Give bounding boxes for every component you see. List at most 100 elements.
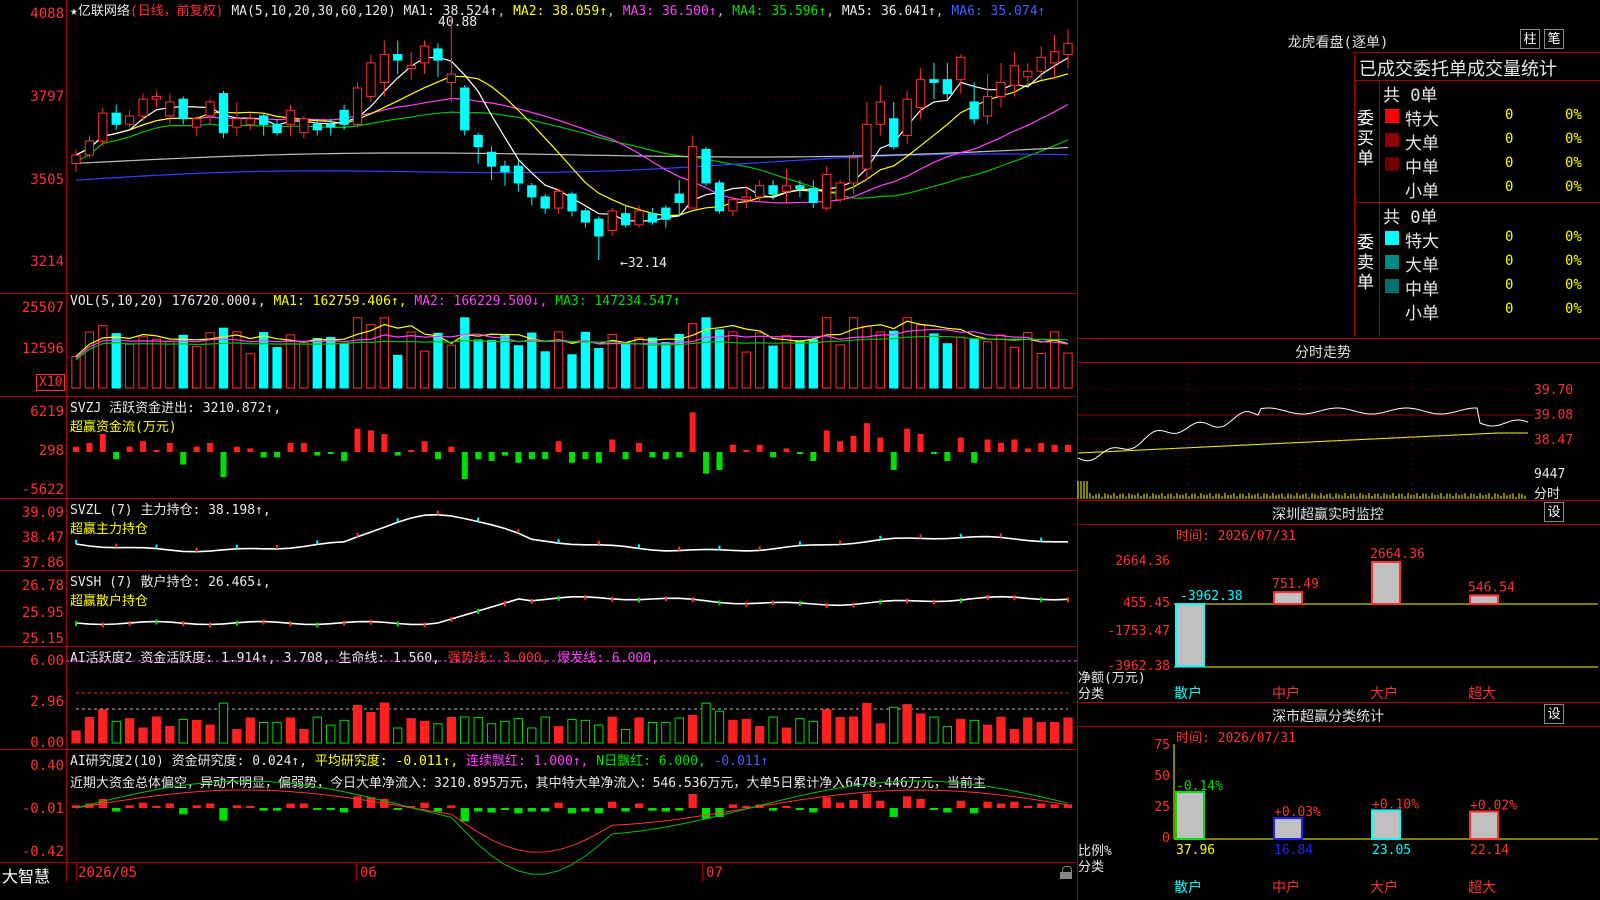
volume-bar [942,343,953,389]
candle-body [98,112,108,142]
tick-mode-button[interactable]: 笔 [1544,29,1564,49]
stat-pct-label: -0.14% [1176,779,1223,794]
tick-mark [503,601,506,606]
fundflow-bar [260,452,267,458]
retail-position-line [75,595,1069,626]
volume-bar [567,354,577,389]
tick-mark [75,621,77,626]
fundflow-bar [1038,443,1045,452]
fundflow-bar [287,443,294,452]
fundflow-bar [140,441,147,452]
ai-activity-plot[interactable] [0,647,1078,750]
research-bar [701,808,711,819]
tick-mark [115,543,118,548]
activity-bar [755,726,765,744]
activity-bar [446,717,457,744]
activity-bar [165,726,175,744]
candle-body [755,185,765,198]
research-bar [768,808,778,811]
monitor-settings-button[interactable]: 设 [1544,502,1564,522]
candlestick-plot[interactable] [0,0,1078,293]
stat-value-label: 37.96 [1176,843,1215,858]
fundflow-bar [247,448,254,452]
research-plot[interactable] [0,750,1078,875]
buy-row-color-swatch [1385,157,1399,171]
fundflow-bar [1024,448,1031,452]
class-stats-settings-button[interactable]: 设 [1544,704,1564,724]
volume-bar [728,331,738,389]
candle-body [1049,51,1060,64]
volume-bar [299,341,309,389]
volume-plot[interactable] [0,294,1078,397]
category-label: 散户 [1174,686,1202,702]
research-bar [621,808,630,812]
activity-bar [634,717,644,744]
svzj-plot[interactable] [0,397,1078,499]
fundflow-bar [729,444,736,452]
monitor-bar [1273,591,1303,605]
stat-pct-label: +0.02% [1470,799,1517,814]
volume-bar [312,338,322,389]
buy-row-color-swatch [1385,133,1399,147]
research-bar [916,799,925,808]
tick-mark [932,599,935,605]
research-bar [246,806,255,808]
tick-mark [798,600,801,606]
research-bar [862,794,872,808]
candle-body [500,165,510,173]
monitor-bar-chart[interactable]: -3962.38 751.49 2664.36 546.54 [1174,547,1598,670]
activity-bar [111,720,121,744]
stat-pct-label: +0.03% [1274,805,1321,820]
fundflow-bar [461,452,468,479]
activity-bar [232,728,242,744]
bar-mode-button[interactable]: 柱 [1520,29,1540,49]
fundflow-bar [796,452,803,454]
intraday-title: 分时走势 [1295,345,1351,361]
fundflow-bar [394,452,401,456]
research-bar [795,808,805,810]
candle-body [768,185,778,195]
candle-body [460,87,470,131]
fundflow-bar [180,452,187,465]
fundflow-bar [863,423,870,452]
candle-body [473,134,483,148]
candle-body [567,193,577,212]
buy-row-value: 0 [1505,131,1514,147]
volume-bar [205,332,215,389]
research-bar [996,803,1006,808]
buy-row-name: 大单 [1405,134,1439,154]
candle-body [982,95,993,117]
right-sidebar: 龙虎看盘(逐单) 柱 笔 已成交委托单成交量统计 委买单 委卖单 共 0单 共 … [1077,0,1600,900]
tick-mark [745,601,748,607]
stats-tick-4: 0 [1162,831,1170,846]
monitor-time: 时间: 2026/07/31 [1176,529,1296,544]
volume-bar [165,340,175,389]
kline-chart-area[interactable]: ★亿联网络(日线，前复权) MA(5,10,20,30,60,120) MA1:… [0,0,1078,900]
tick-mark [155,619,158,625]
fundflow-bar [783,448,790,452]
candle-body [942,79,953,95]
monitor-cat: 分类 [1078,687,1105,702]
tick-mark [772,600,775,606]
tick-mark [664,596,667,602]
tick-mark [718,545,721,550]
activity-bar [714,710,725,744]
svzl-plot[interactable] [0,499,1078,571]
sell-row-color-swatch [1385,231,1399,245]
svsh-plot[interactable] [0,571,1078,647]
intraday-plot[interactable] [1077,363,1534,499]
sell-row-value: 0 [1505,253,1514,269]
research-bar [1023,806,1032,808]
research-bar [259,808,268,811]
volume-bar [661,342,671,389]
candle-body [446,73,457,83]
fundflow-bar [314,452,321,456]
candle-body [741,196,751,201]
tick-mark [839,540,842,545]
volume-bar [768,345,778,389]
tick-mark [450,617,453,622]
class-stats-bar-chart[interactable]: -0.14% 37.96 +0.03% 16.84 +0.10% 23.05 +0.02% 2… [1173,744,1598,858]
volume-bar [969,338,979,389]
research-bar [1063,804,1073,808]
candle-body [151,95,162,100]
